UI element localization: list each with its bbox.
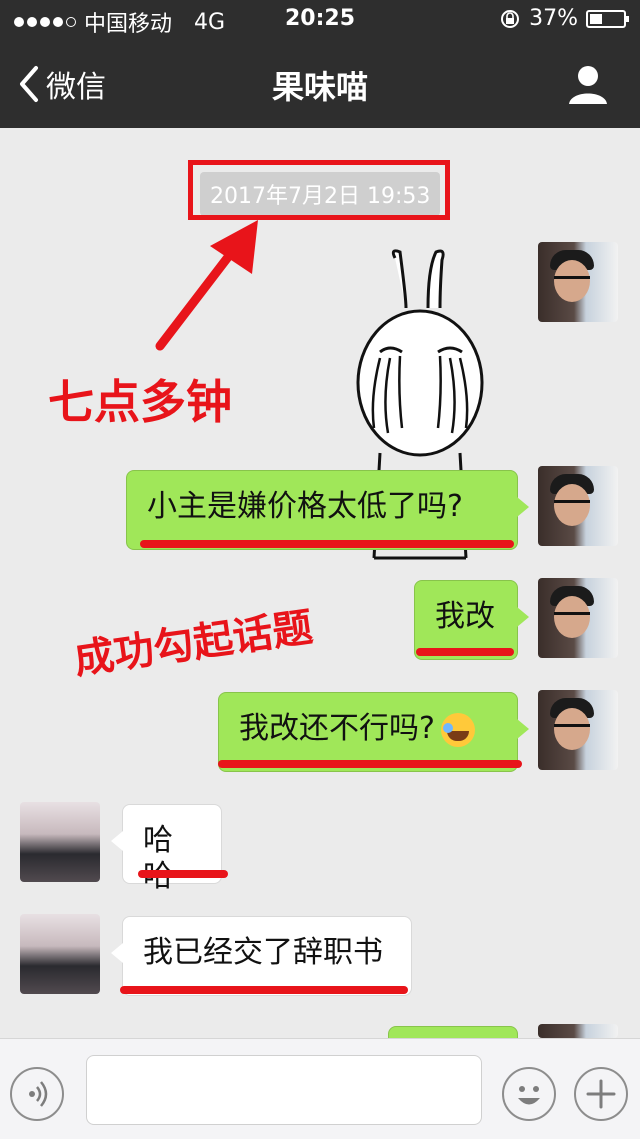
plus-icon xyxy=(576,1069,626,1119)
avatar[interactable] xyxy=(538,1024,618,1038)
message-bubble[interactable]: 小主是嫌价格太低了吗? xyxy=(126,470,529,550)
message-text: 小主是嫌价格太低了吗? xyxy=(147,489,463,524)
message-text: 我已经交了辞职书 xyxy=(143,935,383,970)
message-input[interactable] xyxy=(86,1055,482,1125)
avatar[interactable] xyxy=(538,242,618,322)
more-button[interactable] xyxy=(574,1067,628,1121)
battery-percent: 37% xyxy=(529,6,578,31)
highlight-underline xyxy=(140,540,514,548)
profile-icon[interactable] xyxy=(566,62,610,106)
status-right: 37% xyxy=(499,6,629,31)
emoji-icon xyxy=(504,1069,554,1119)
laugh-cry-emoji-icon xyxy=(440,712,475,747)
battery-icon xyxy=(586,9,629,28)
avatar[interactable] xyxy=(20,802,100,882)
topic-annotation: 成功勾起话题 xyxy=(71,604,316,684)
highlight-underline xyxy=(120,986,408,994)
nav-bar: 微信 果味喵 xyxy=(0,40,640,128)
rotation-lock-icon xyxy=(499,8,521,30)
highlight-underline xyxy=(218,760,522,768)
message-text: 哈哈 xyxy=(143,823,173,894)
status-bar: 中国移动 4G 20:25 37% xyxy=(0,0,640,40)
message-bubble[interactable] xyxy=(388,1026,518,1038)
chat-title: 果味喵 xyxy=(271,68,368,106)
voice-icon xyxy=(12,1069,62,1119)
message-bubble[interactable]: 我已经交了辞职书 xyxy=(111,916,412,996)
chat-area[interactable]: 2017年7月2日 19:53 七点多钟 小主是嫌价格太低了吗? 我改 成功勾起… xyxy=(0,128,640,1038)
message-text: 我改还不行吗? xyxy=(239,711,435,746)
highlight-underline xyxy=(138,870,228,878)
avatar[interactable] xyxy=(538,578,618,658)
time-annotation: 七点多钟 xyxy=(48,375,232,429)
voice-button[interactable] xyxy=(10,1067,64,1121)
input-bar xyxy=(0,1038,640,1139)
avatar[interactable] xyxy=(538,690,618,770)
avatar[interactable] xyxy=(538,466,618,546)
annotation-arrow xyxy=(155,220,258,351)
timestamp-highlight-box xyxy=(188,160,450,220)
avatar[interactable] xyxy=(20,914,100,994)
emoji-button[interactable] xyxy=(502,1067,556,1121)
highlight-underline xyxy=(416,648,514,656)
message-text: 我改 xyxy=(435,599,495,634)
